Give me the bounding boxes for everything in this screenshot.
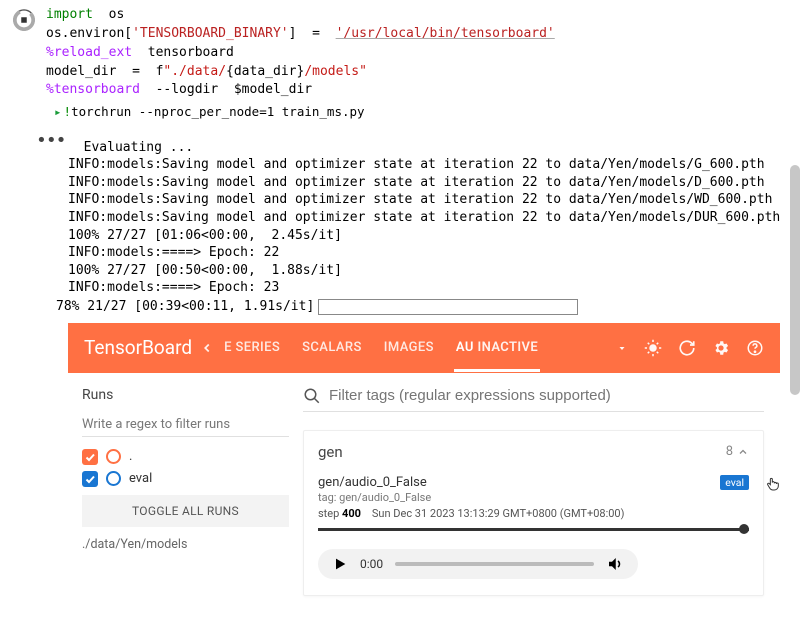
code-cell: import os os.environ['TENSORBOARD_BINARY… xyxy=(0,0,803,104)
radio-run-dot[interactable] xyxy=(106,449,121,464)
audio-item: eval gen/audio_0_False tag: gen/audio_0_… xyxy=(318,475,749,579)
cursor-icon xyxy=(765,476,781,496)
tab-time-series[interactable]: E SERIES xyxy=(222,324,282,372)
tag-filter[interactable] xyxy=(303,383,764,412)
output-line: Evaluating ... xyxy=(84,140,194,155)
stop-execution-icon[interactable] xyxy=(10,6,38,34)
tag-name: gen xyxy=(318,443,343,461)
tag-group-gen: gen 8 eval gen/audio_0_False tag: gen/au… xyxy=(303,430,764,596)
output-line: INFO:models:====> Epoch: 23 xyxy=(68,280,279,295)
checkbox-run-eval[interactable] xyxy=(82,471,98,487)
tensorboard-main: gen 8 eval gen/audio_0_False tag: gen/au… xyxy=(303,373,780,613)
logdir-path: ./data/Yen/models xyxy=(82,537,289,552)
audio-title: gen/audio_0_False xyxy=(318,475,749,490)
audio-time: 0:00 xyxy=(360,557,383,571)
search-icon xyxy=(303,387,321,405)
chevron-left-icon[interactable] xyxy=(200,341,214,355)
run-label: . xyxy=(129,449,132,464)
output-line: 100% 27/27 [01:06<00:00, 2.45s/it] xyxy=(68,228,342,243)
run-row-eval[interactable]: eval xyxy=(82,471,289,487)
tensorboard-title: TensorBoard xyxy=(84,336,192,359)
run-label: eval xyxy=(129,471,152,486)
more-icon[interactable]: ••• xyxy=(36,129,66,153)
output-line: INFO:models:====> Epoch: 22 xyxy=(68,245,279,260)
runs-heading: Runs xyxy=(82,387,289,403)
output-line: INFO:models:Saving model and optimizer s… xyxy=(68,157,765,172)
theme-icon[interactable] xyxy=(644,339,662,357)
scrollbar-thumb[interactable] xyxy=(790,165,800,395)
tab-audio[interactable]: AU INACTIVE xyxy=(454,324,540,372)
run-row-dot[interactable]: . xyxy=(82,449,289,465)
output-area: ••• Evaluating ... INFO:models:Saving mod… xyxy=(0,121,803,296)
regex-filter-label[interactable]: Write a regex to filter runs xyxy=(82,417,289,432)
chevron-up-icon xyxy=(737,446,749,458)
tab-scalars[interactable]: SCALARS xyxy=(300,324,364,372)
tensorboard-sidebar: Runs Write a regex to filter runs . eval… xyxy=(68,373,303,613)
output-line: INFO:models:Saving model and optimizer s… xyxy=(68,192,772,207)
play-icon[interactable] xyxy=(332,556,348,572)
tensorboard-header: TensorBoard E SERIES SCALARS IMAGES AU I… xyxy=(68,323,780,373)
tensorboard-tabs: E SERIES SCALARS IMAGES AU INACTIVE xyxy=(222,324,616,372)
dropdown-caret-icon[interactable] xyxy=(616,342,628,354)
progress-line: 78% 21/27 [00:39<00:11, 1.91s/it] xyxy=(0,299,803,315)
audio-seek-track[interactable] xyxy=(395,562,594,566)
checkbox-run-dot[interactable] xyxy=(82,449,98,465)
audio-player[interactable]: 0:00 xyxy=(318,549,638,579)
running-indicator-icon: ▸ xyxy=(54,104,62,119)
refresh-icon[interactable] xyxy=(678,339,696,357)
step-slider[interactable] xyxy=(318,528,749,531)
help-icon[interactable] xyxy=(746,339,764,357)
toggle-all-runs-button[interactable]: TOGGLE ALL RUNS xyxy=(82,495,289,527)
progress-box xyxy=(318,299,578,315)
tag-collapse-toggle[interactable]: 8 xyxy=(726,444,749,459)
volume-icon[interactable] xyxy=(606,555,624,573)
code-content[interactable]: import os os.environ['TENSORBOARD_BINARY… xyxy=(46,6,555,100)
output-line: INFO:models:Saving model and optimizer s… xyxy=(68,175,765,190)
tensorboard-embed: TensorBoard E SERIES SCALARS IMAGES AU I… xyxy=(68,323,780,613)
output-line: 100% 27/27 [00:50<00:00, 1.88s/it] xyxy=(68,263,342,278)
audio-step-meta: step 400 Sun Dec 31 2023 13:13:29 GMT+08… xyxy=(318,507,749,520)
run-badge-eval: eval xyxy=(720,475,749,490)
output-line: INFO:models:Saving model and optimizer s… xyxy=(68,210,780,225)
gear-icon[interactable] xyxy=(712,339,730,357)
tab-images[interactable]: IMAGES xyxy=(382,324,436,372)
radio-run-eval[interactable] xyxy=(106,471,121,486)
audio-tag-label: tag: gen/audio_0_False xyxy=(318,491,749,504)
tag-filter-input[interactable] xyxy=(329,387,764,404)
running-cell-line: ▸!torchrun --nproc_per_node=1 train_ms.p… xyxy=(0,104,803,121)
